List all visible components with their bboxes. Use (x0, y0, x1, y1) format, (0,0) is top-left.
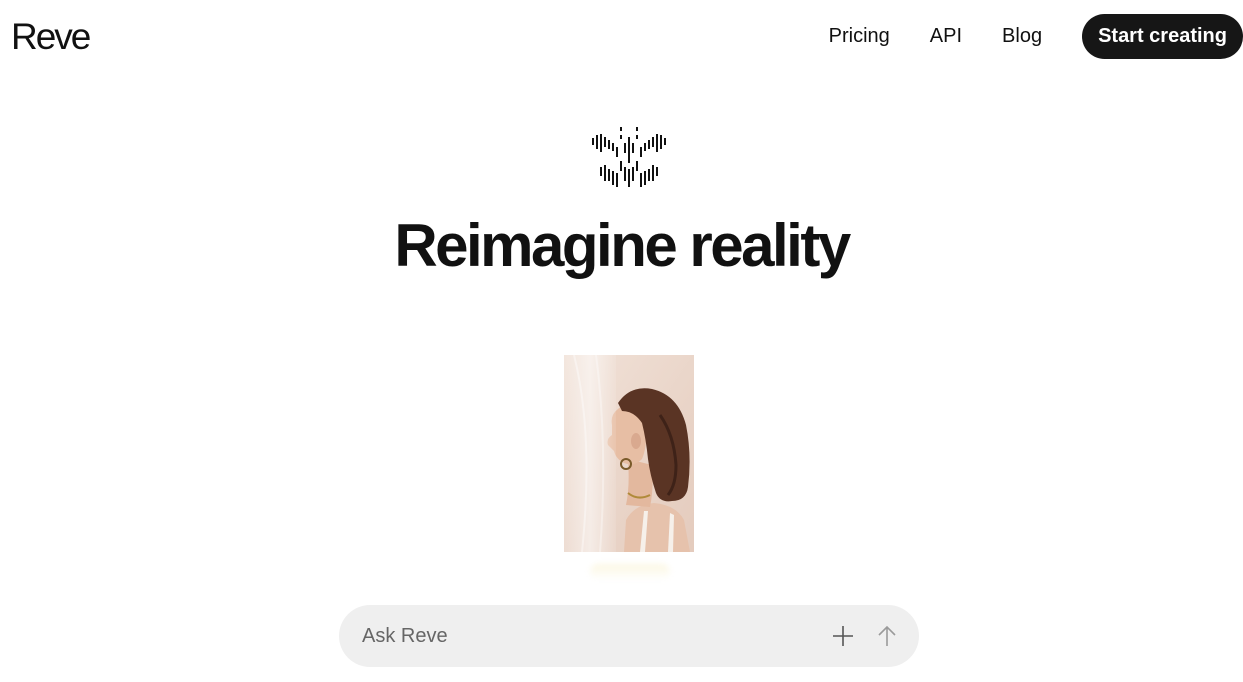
start-creating-button[interactable]: Start creating (1082, 14, 1243, 59)
nav-blog-link[interactable]: Blog (1002, 25, 1042, 48)
hero-title: Reimagine reality (394, 212, 851, 279)
portrait-photo (564, 355, 694, 552)
arrow-up-icon (878, 625, 896, 646)
top-nav: Pricing API Blog Start creating (829, 14, 1243, 59)
butterfly-barcode-icon (592, 127, 666, 187)
send-button[interactable] (871, 620, 903, 652)
plus-icon (833, 626, 853, 646)
add-attachment-button[interactable] (827, 620, 859, 652)
prompt-bar (339, 605, 919, 667)
page: Reve Pricing API Blog Start creating Rei… (0, 0, 1243, 682)
photo-reflection (590, 564, 670, 580)
reve-logo[interactable]: Reve (11, 14, 91, 60)
nav-pricing-link[interactable]: Pricing (829, 25, 890, 48)
ask-reve-input[interactable] (360, 615, 827, 657)
nav-api-link[interactable]: API (930, 25, 962, 48)
